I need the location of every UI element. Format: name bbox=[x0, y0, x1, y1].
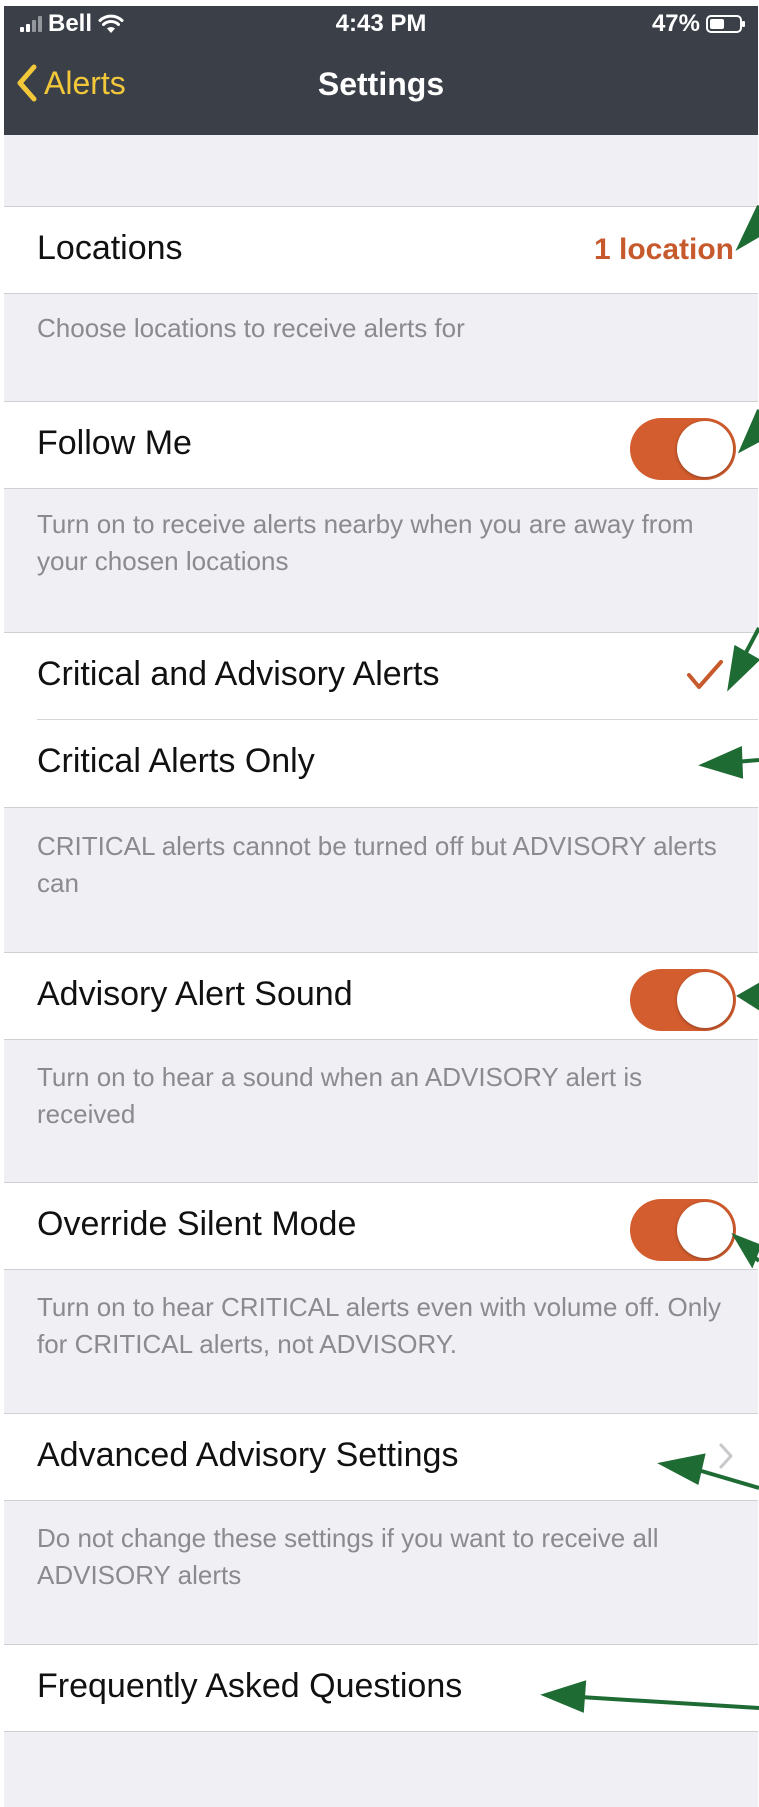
advisory-sound-footer: Turn on to hear a sound when an ADVISORY… bbox=[37, 1062, 643, 1129]
advanced-settings-label: Advanced Advisory Settings bbox=[37, 1436, 459, 1474]
status-battery: 47% bbox=[651, 10, 745, 38]
follow-me-footer: Turn on to receive alerts nearby when yo… bbox=[37, 509, 694, 576]
advisory-sound-label: Advisory Alert Sound bbox=[37, 975, 353, 1013]
screen: Bell 4:43 PM 47% Alerts Settings Locatio… bbox=[4, 6, 758, 1807]
follow-me-label: Follow Me bbox=[37, 424, 192, 462]
locations-footer: Choose locations to receive alerts for bbox=[37, 313, 465, 343]
alert-type-option-critical[interactable]: Critical Alerts Only bbox=[4, 720, 758, 808]
override-silent-toggle[interactable] bbox=[630, 1199, 736, 1261]
page-title: Settings bbox=[317, 66, 445, 102]
navigation-bar: Bell 4:43 PM 47% Alerts Settings bbox=[4, 6, 758, 135]
advisory-sound-row: Advisory Alert Sound bbox=[4, 952, 758, 1040]
locations-value: 1 location bbox=[593, 233, 734, 266]
option-critical-label: Critical Alerts Only bbox=[37, 742, 315, 780]
locations-label: Locations bbox=[37, 229, 183, 267]
override-silent-row: Override Silent Mode bbox=[4, 1182, 758, 1270]
faq-label: Frequently Asked Questions bbox=[37, 1667, 463, 1705]
alert-type-option-all[interactable]: Critical and Advisory Alerts bbox=[4, 632, 758, 720]
locations-row[interactable]: Locations 1 location bbox=[4, 206, 758, 294]
phone-frame: Bell 4:43 PM 47% Alerts Settings Locatio… bbox=[0, 0, 759, 1807]
battery-percent: 47% bbox=[651, 10, 700, 37]
battery-icon bbox=[706, 15, 745, 33]
option-all-label: Critical and Advisory Alerts bbox=[37, 655, 440, 693]
override-silent-footer: Turn on to hear CRITICAL alerts even wit… bbox=[37, 1292, 721, 1359]
chevron-right-icon bbox=[719, 1443, 733, 1469]
advanced-settings-footer: Do not change these settings if you want… bbox=[37, 1523, 659, 1590]
alert-type-footer: CRITICAL alerts cannot be turned off but… bbox=[37, 831, 717, 898]
faq-row[interactable]: Frequently Asked Questions bbox=[4, 1644, 758, 1732]
advisory-sound-toggle[interactable] bbox=[630, 969, 736, 1031]
status-time: 4:43 PM bbox=[335, 10, 427, 37]
follow-me-row: Follow Me bbox=[4, 401, 758, 489]
checkmark-icon bbox=[687, 660, 723, 689]
advanced-settings-row[interactable]: Advanced Advisory Settings bbox=[4, 1413, 758, 1501]
override-silent-label: Override Silent Mode bbox=[37, 1205, 357, 1243]
follow-me-toggle[interactable] bbox=[630, 418, 736, 480]
